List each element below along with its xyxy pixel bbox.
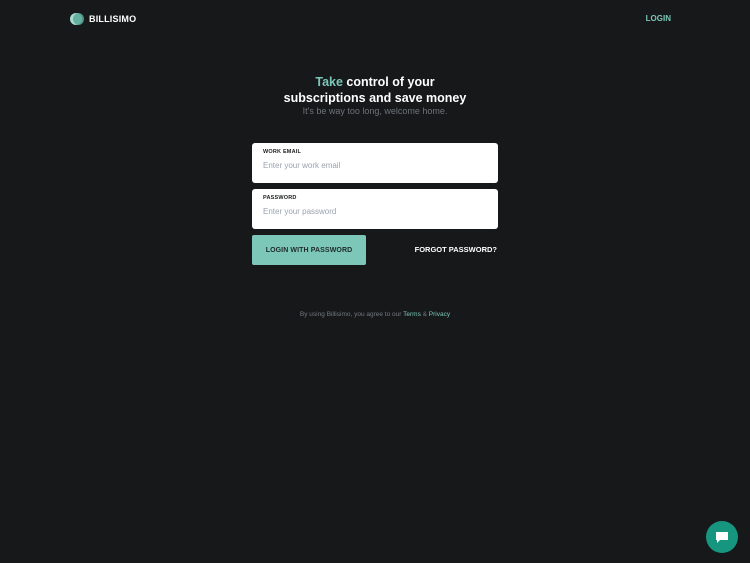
legal-prefix: By using Billisimo, you agree to our [299, 311, 404, 318]
password-field[interactable]: PASSWORD [252, 189, 498, 229]
terms-link[interactable]: Terms [403, 311, 421, 318]
chat-button[interactable] [706, 521, 738, 553]
brand-name: BILLISIMO [89, 14, 137, 24]
forgot-password-link[interactable]: FORGOT PASSWORD? [415, 245, 497, 254]
work-email-field[interactable]: WORK EMAIL [252, 143, 498, 183]
login-with-password-button[interactable]: LOGIN WITH PASSWORD [252, 235, 366, 265]
headline-line1: control of your [342, 75, 435, 89]
password-input[interactable] [263, 207, 487, 216]
legal-notice: By using Billisimo, you agree to our Ter… [0, 311, 750, 318]
page-headline: Take control of your subscriptions and s… [0, 74, 750, 106]
page-subtitle: It's be way too long, welcome home. [302, 106, 448, 116]
chat-bubble-icon [716, 531, 728, 543]
work-email-input[interactable] [263, 161, 487, 170]
password-label: PASSWORD [263, 195, 297, 201]
work-email-label: WORK EMAIL [263, 149, 302, 155]
privacy-link[interactable]: Privacy [429, 311, 450, 318]
legal-and: & [420, 311, 429, 318]
headline-line2: subscriptions and save money [283, 91, 467, 105]
headline-accent-word: Take [315, 75, 343, 89]
login-link[interactable]: LOGIN [646, 14, 671, 23]
billisimo-logo-icon [70, 13, 84, 25]
brand-logo[interactable]: BILLISIMO [70, 13, 136, 25]
